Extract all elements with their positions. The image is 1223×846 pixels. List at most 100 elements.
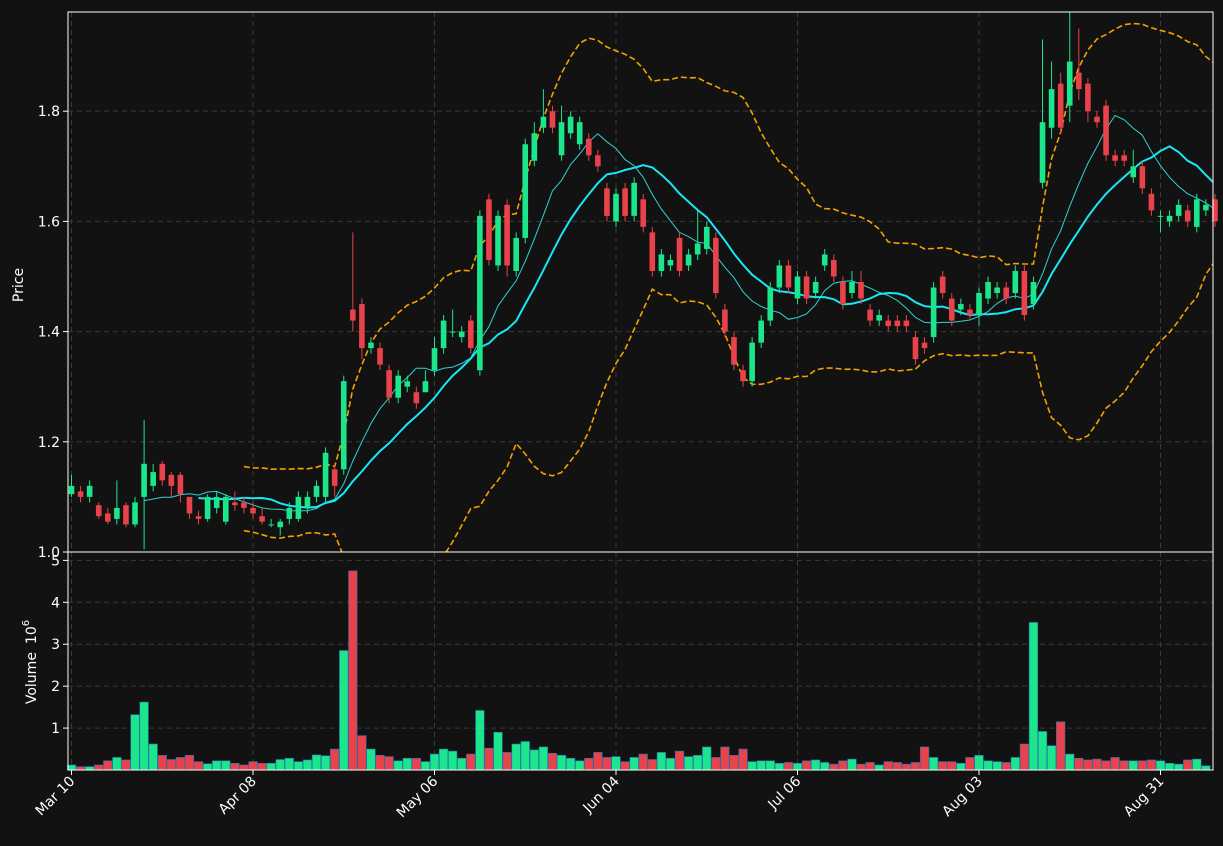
candle-body bbox=[377, 348, 383, 365]
x-tick-label: May 06 bbox=[394, 773, 442, 821]
candle-body bbox=[595, 155, 601, 167]
candle bbox=[413, 386, 420, 409]
volume-bar bbox=[302, 759, 313, 771]
volume-bar bbox=[647, 759, 657, 771]
candle bbox=[667, 254, 674, 271]
volume-bar bbox=[801, 760, 812, 771]
volume-bar bbox=[674, 750, 685, 771]
candle bbox=[1103, 100, 1109, 161]
candle bbox=[740, 364, 746, 387]
candle-body bbox=[232, 502, 238, 506]
volume-bar bbox=[702, 746, 712, 771]
candle-body bbox=[114, 507, 120, 519]
volume-bar bbox=[266, 762, 276, 771]
candle-body bbox=[1112, 155, 1118, 161]
candle-body bbox=[295, 496, 302, 519]
candle bbox=[504, 199, 510, 277]
candle bbox=[295, 491, 302, 522]
candle bbox=[994, 282, 1000, 299]
candle bbox=[876, 309, 882, 327]
volume-bar bbox=[938, 761, 948, 771]
candle bbox=[794, 270, 801, 305]
candle-body bbox=[821, 254, 828, 266]
candle bbox=[177, 472, 184, 503]
volume-bar bbox=[457, 757, 467, 771]
candle-body bbox=[1130, 166, 1137, 178]
volume-bar bbox=[774, 762, 784, 771]
candle-body bbox=[495, 215, 501, 266]
x-tick-label: Mar 10 bbox=[33, 774, 79, 820]
candle-body bbox=[1048, 89, 1055, 128]
candle bbox=[1184, 204, 1191, 227]
candle bbox=[1039, 39, 1046, 189]
candle-body bbox=[740, 370, 746, 382]
candle-body bbox=[286, 507, 293, 519]
candle-body bbox=[540, 116, 547, 128]
candle bbox=[867, 304, 873, 327]
volume-bar bbox=[892, 762, 902, 771]
candle-body bbox=[168, 474, 175, 486]
candle-body bbox=[322, 452, 329, 497]
candle-body bbox=[876, 315, 882, 321]
candle-body bbox=[1003, 287, 1010, 299]
candle-body bbox=[1194, 199, 1200, 227]
volume-bar bbox=[438, 748, 449, 771]
candle-body bbox=[1166, 215, 1173, 222]
volume-bar bbox=[1146, 759, 1157, 771]
volume-bar bbox=[429, 753, 440, 771]
candle bbox=[350, 232, 356, 332]
volume-bar bbox=[765, 760, 775, 771]
volume-bar bbox=[493, 731, 503, 771]
candle bbox=[985, 276, 991, 305]
candle-body bbox=[1039, 122, 1046, 183]
candle-body bbox=[1021, 270, 1028, 316]
volume-bar bbox=[157, 755, 167, 771]
candle bbox=[622, 182, 628, 222]
price-tick-label: 1.2 bbox=[38, 435, 60, 451]
volume-bar bbox=[901, 763, 911, 771]
candle-body bbox=[903, 320, 910, 327]
candle-body bbox=[767, 287, 774, 321]
candle bbox=[812, 276, 819, 299]
candle-body bbox=[431, 348, 438, 371]
candle bbox=[68, 474, 75, 497]
volume-bar bbox=[611, 756, 621, 771]
volume-bar bbox=[357, 735, 367, 771]
candle-body bbox=[939, 276, 946, 294]
candle-body bbox=[604, 188, 610, 216]
volume-bar bbox=[484, 747, 494, 771]
candle bbox=[967, 304, 973, 321]
volume-axis-label-text: Volume bbox=[24, 652, 40, 704]
candle bbox=[631, 177, 637, 222]
candle-body bbox=[95, 505, 102, 517]
candle-body bbox=[930, 287, 937, 338]
volume-bar bbox=[330, 748, 340, 771]
candle-body bbox=[1085, 83, 1091, 112]
volume-bar bbox=[311, 754, 322, 771]
volume-tick-label: 2 bbox=[51, 679, 60, 695]
volume-bar bbox=[1137, 760, 1147, 771]
volume-bar bbox=[448, 750, 458, 771]
candle-body bbox=[105, 513, 111, 522]
volume-tick-label: 5 bbox=[51, 553, 60, 569]
volume-bar bbox=[1074, 757, 1084, 771]
candle bbox=[976, 287, 982, 327]
bollinger-lower-line bbox=[243, 262, 1213, 552]
volume-bar bbox=[1092, 758, 1102, 771]
candle bbox=[440, 315, 447, 354]
candle bbox=[313, 480, 320, 503]
volume-bar bbox=[520, 741, 530, 771]
volume-bar bbox=[874, 764, 884, 771]
price-tick-label: 1.8 bbox=[38, 104, 60, 120]
candle bbox=[522, 138, 529, 244]
volume-bar bbox=[203, 763, 213, 771]
candle-body bbox=[313, 485, 320, 497]
volume-bar bbox=[1174, 763, 1184, 771]
candle-body bbox=[513, 237, 519, 271]
moving-averages bbox=[144, 114, 1213, 512]
volume-axis-label: Volume 106 bbox=[21, 620, 40, 704]
candle bbox=[613, 188, 619, 227]
volume-bar bbox=[974, 755, 984, 771]
candle-body bbox=[1139, 166, 1146, 189]
candle-body bbox=[241, 502, 247, 508]
